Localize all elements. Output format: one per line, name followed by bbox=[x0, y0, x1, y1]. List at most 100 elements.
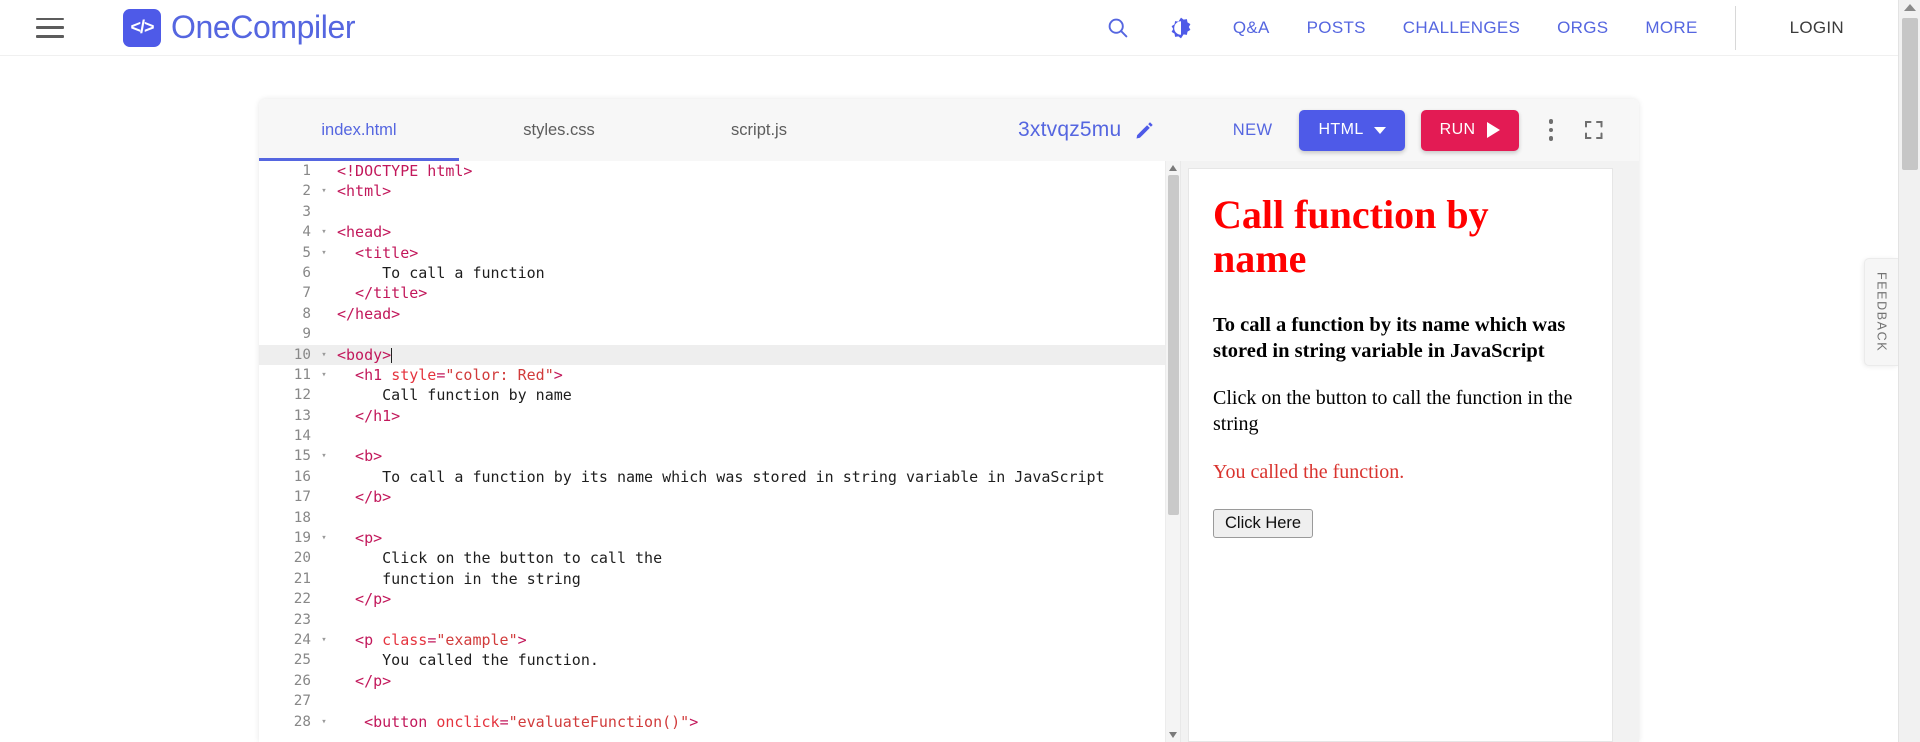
code-line[interactable]: 21 function in the string bbox=[259, 569, 1180, 589]
code-text: <!DOCTYPE html> bbox=[331, 161, 472, 181]
code-line[interactable]: 17 </b> bbox=[259, 487, 1180, 507]
code-line[interactable]: 20 Click on the button to call the bbox=[259, 548, 1180, 568]
page-scrollbar[interactable] bbox=[1898, 0, 1920, 742]
code-line[interactable]: 19 ▾ <p> bbox=[259, 528, 1180, 548]
feedback-tab-button[interactable]: FEEDBACK bbox=[1864, 258, 1898, 366]
new-button[interactable]: NEW bbox=[1233, 121, 1273, 140]
search-icon[interactable] bbox=[1107, 17, 1129, 39]
code-token: "evaluateFunction()" bbox=[508, 712, 690, 731]
code-text: </b> bbox=[331, 487, 391, 507]
code-line[interactable]: 9 bbox=[259, 324, 1180, 344]
fold-toggle-icon[interactable]: ▾ bbox=[317, 345, 331, 365]
code-token: <p bbox=[337, 630, 383, 649]
code-line[interactable]: 4 ▾ <head> bbox=[259, 222, 1180, 242]
project-name-group: 3xtvqz5mu bbox=[1018, 99, 1155, 161]
run-button[interactable]: RUN bbox=[1420, 109, 1519, 151]
code-line[interactable]: 1 <!DOCTYPE html> bbox=[259, 161, 1180, 181]
nav-link-qa[interactable]: Q&A bbox=[1233, 18, 1270, 38]
fold-toggle-icon[interactable]: ▾ bbox=[317, 630, 331, 650]
code-line[interactable]: 18 bbox=[259, 508, 1180, 528]
language-label: HTML bbox=[1318, 121, 1364, 138]
line-number: 25 bbox=[293, 652, 311, 669]
line-number: 14 bbox=[293, 428, 311, 445]
code-text: <h1 style="color: Red"> bbox=[331, 365, 563, 385]
nav-link-posts[interactable]: POSTS bbox=[1307, 18, 1366, 38]
scroll-up-arrow-icon[interactable] bbox=[1903, 4, 1916, 11]
project-name[interactable]: 3xtvqz5mu bbox=[1018, 118, 1121, 142]
ide-panel: index.html styles.css script.js 3xtvqz5m… bbox=[259, 99, 1639, 742]
tab-styles-css[interactable]: styles.css bbox=[459, 99, 659, 161]
code-token: To call a function bbox=[337, 263, 545, 282]
line-number: 6 bbox=[302, 264, 311, 281]
nav-link-challenges[interactable]: CHALLENGES bbox=[1403, 18, 1520, 38]
code-lines-container[interactable]: 1 <!DOCTYPE html> 2 ▾ <html> 3 4 ▾ <head> 5 ▾ <tit… bbox=[259, 161, 1180, 742]
page-scrollbar-thumb[interactable] bbox=[1902, 18, 1918, 170]
code-line[interactable]: 6 To call a function bbox=[259, 263, 1180, 283]
hamburger-menu-icon[interactable] bbox=[36, 17, 64, 38]
dark-mode-toggle-icon[interactable] bbox=[1169, 16, 1193, 40]
fullscreen-expand-icon[interactable] bbox=[1579, 115, 1609, 145]
code-token: </h1> bbox=[337, 406, 401, 425]
line-number: 9 bbox=[302, 326, 311, 343]
code-line[interactable]: 16 To call a function by its name which … bbox=[259, 467, 1180, 487]
code-line[interactable]: 13 </h1> bbox=[259, 406, 1180, 426]
fold-toggle-icon[interactable]: ▾ bbox=[317, 446, 331, 466]
fold-toggle-icon[interactable]: ▾ bbox=[317, 181, 331, 201]
fold-toggle-icon[interactable]: ▾ bbox=[317, 243, 331, 263]
code-line[interactable]: 8 </head> bbox=[259, 304, 1180, 324]
nav-link-orgs[interactable]: ORGS bbox=[1557, 18, 1608, 38]
code-line[interactable]: 10 ▾ <body> bbox=[259, 344, 1180, 365]
code-line[interactable]: 3 bbox=[259, 202, 1180, 222]
fold-toggle-icon[interactable]: ▾ bbox=[317, 222, 331, 242]
code-line[interactable]: 15 ▾ <b> bbox=[259, 446, 1180, 466]
run-label: RUN bbox=[1439, 121, 1476, 138]
code-line[interactable]: 11 ▾ <h1 style="color: Red"> bbox=[259, 365, 1180, 385]
code-token: "color: Red" bbox=[445, 365, 554, 384]
fold-toggle-icon[interactable]: ▾ bbox=[317, 712, 331, 732]
editor-scroll-up-arrow-icon[interactable] bbox=[1169, 165, 1177, 171]
code-text: </h1> bbox=[331, 406, 400, 426]
preview-click-here-button[interactable]: Click Here bbox=[1213, 509, 1314, 539]
kebab-menu-icon[interactable] bbox=[1539, 113, 1564, 147]
code-token: function in the string bbox=[337, 569, 581, 588]
code-token: </title> bbox=[337, 284, 428, 303]
tab-index-html[interactable]: index.html bbox=[259, 99, 459, 161]
code-line[interactable]: 23 bbox=[259, 610, 1180, 630]
code-line[interactable]: 7 </title> bbox=[259, 283, 1180, 303]
editor-scroll-down-arrow-icon[interactable] bbox=[1169, 732, 1177, 738]
code-token: <head> bbox=[337, 223, 392, 242]
code-text: To call a function by its name which was… bbox=[331, 467, 1104, 487]
fold-toggle-icon[interactable]: ▾ bbox=[317, 365, 331, 385]
play-icon bbox=[1486, 122, 1500, 138]
brand-logo-link[interactable]: </> OneCompiler bbox=[123, 8, 356, 47]
code-line[interactable]: 12 Call function by name bbox=[259, 385, 1180, 405]
editor-scrollbar-thumb[interactable] bbox=[1168, 175, 1179, 515]
feedback-label: FEEDBACK bbox=[1874, 271, 1889, 353]
code-line[interactable]: 27 bbox=[259, 691, 1180, 711]
line-number: 26 bbox=[293, 672, 311, 689]
code-token: Call function by name bbox=[337, 386, 572, 405]
line-number: 22 bbox=[293, 591, 311, 608]
language-selector-button[interactable]: HTML bbox=[1299, 109, 1405, 151]
output-preview-container: Call function by name To call a function… bbox=[1181, 161, 1639, 742]
preview-heading: Call function by name bbox=[1213, 192, 1489, 281]
code-line[interactable]: 2 ▾ <html> bbox=[259, 181, 1180, 201]
login-button[interactable]: LOGIN bbox=[1736, 18, 1898, 38]
code-line[interactable]: 25 You called the function. bbox=[259, 650, 1180, 670]
tab-script-js[interactable]: script.js bbox=[659, 99, 859, 161]
code-line[interactable]: 28 ▾ <button onclick="evaluateFunction()"… bbox=[259, 712, 1180, 732]
pencil-edit-icon[interactable] bbox=[1134, 120, 1155, 141]
code-token: Click on the button to call the bbox=[337, 549, 663, 568]
fold-toggle-icon[interactable]: ▾ bbox=[317, 528, 331, 548]
code-token: > bbox=[517, 630, 527, 649]
code-line[interactable]: 24 ▾ <p class="example"> bbox=[259, 630, 1180, 650]
code-token: </p> bbox=[337, 590, 392, 609]
code-line[interactable]: 26 </p> bbox=[259, 671, 1180, 691]
code-line[interactable]: 5 ▾ <title> bbox=[259, 243, 1180, 263]
code-editor[interactable]: 1 <!DOCTYPE html> 2 ▾ <html> 3 4 ▾ <head> 5 ▾ <tit… bbox=[259, 161, 1181, 742]
code-line[interactable]: 14 bbox=[259, 426, 1180, 446]
editor-scrollbar[interactable] bbox=[1165, 161, 1180, 742]
code-line[interactable]: 22 </p> bbox=[259, 589, 1180, 609]
code-text: </p> bbox=[331, 671, 391, 691]
nav-link-more[interactable]: MORE bbox=[1645, 18, 1697, 38]
